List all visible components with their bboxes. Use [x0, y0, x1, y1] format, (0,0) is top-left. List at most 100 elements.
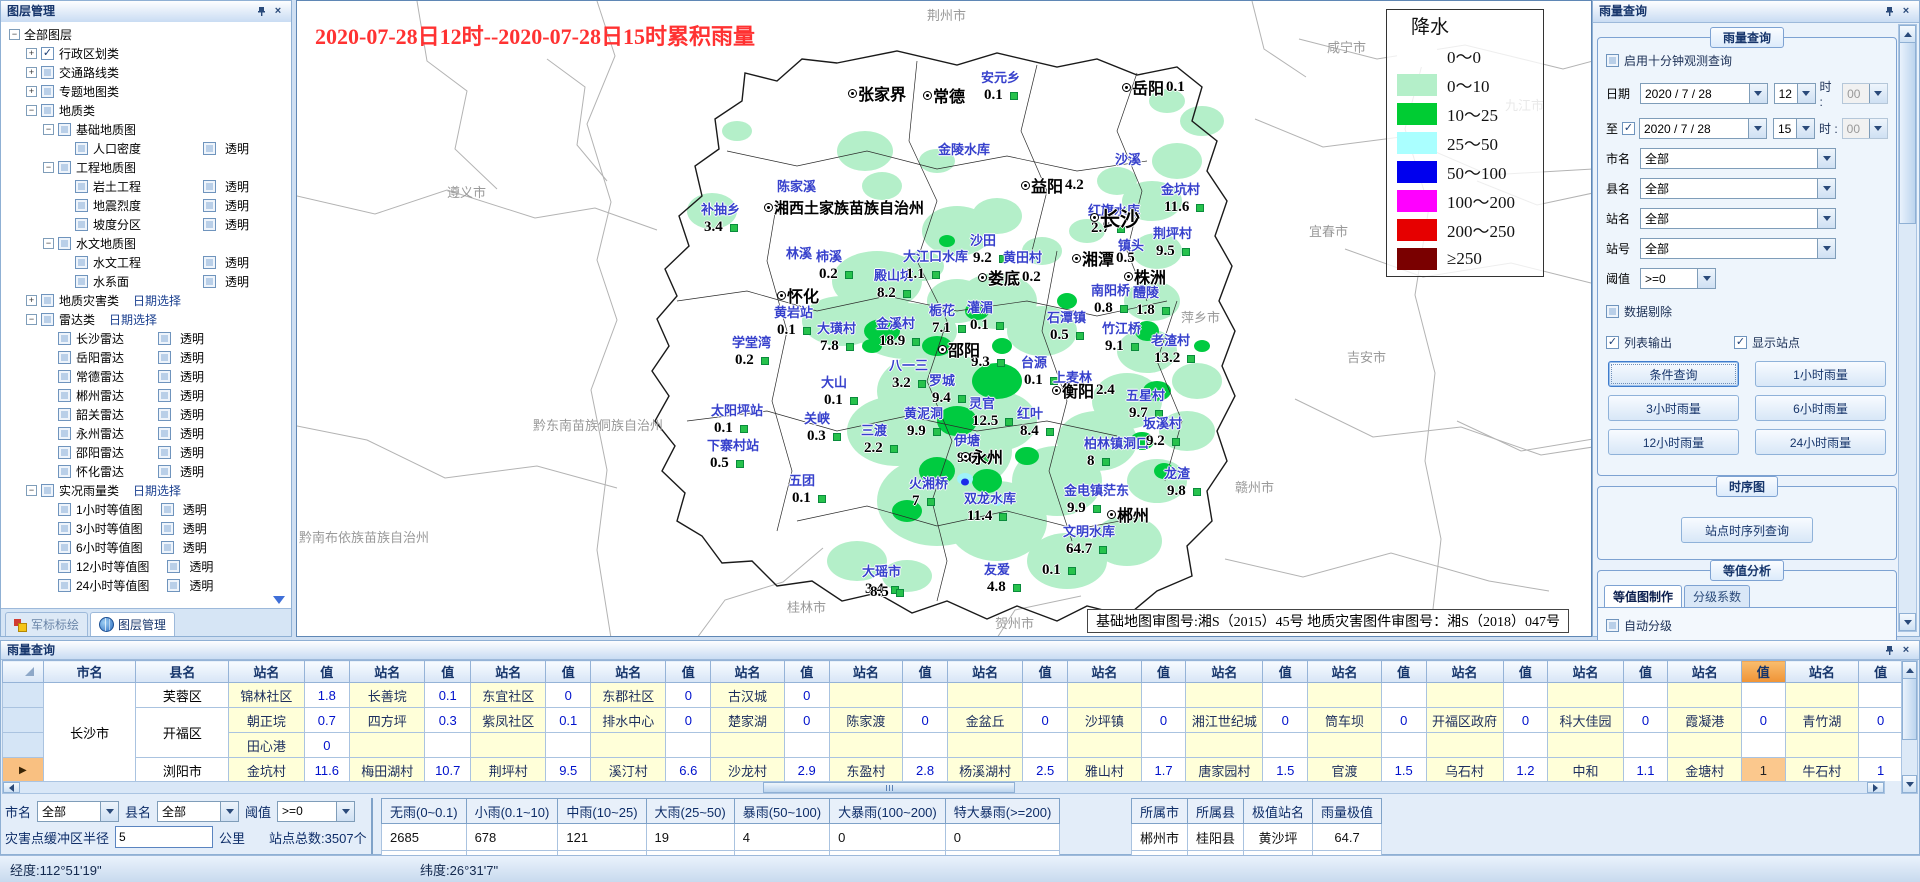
cell-station-value[interactable]: [1023, 733, 1068, 758]
row-selector[interactable]: [3, 683, 44, 708]
row-selector[interactable]: ▶: [3, 758, 44, 782]
layer-tree-item[interactable]: −工程地质图: [1, 158, 291, 177]
layer-checkbox[interactable]: [58, 560, 71, 573]
cell-city[interactable]: 长沙市: [43, 683, 136, 782]
collapse-icon[interactable]: −: [26, 314, 37, 325]
expand-icon[interactable]: +: [26, 86, 37, 97]
table-row[interactable]: 田心港0: [3, 733, 1903, 758]
cell-county[interactable]: 芙蓉区: [136, 683, 229, 708]
cell-station-name[interactable]: [1426, 683, 1503, 708]
table-scroll-down[interactable]: [1902, 775, 1917, 793]
layer-checkbox[interactable]: [41, 66, 54, 79]
cell-station-name[interactable]: 四方坪: [350, 708, 425, 733]
cell-station-name[interactable]: [1308, 733, 1382, 758]
cell-station-name[interactable]: 东盈村: [829, 758, 903, 782]
tab-military-plot[interactable]: 军标标绘: [5, 612, 88, 636]
column-header-station[interactable]: 站名: [1068, 661, 1142, 683]
layer-checkbox[interactable]: [58, 237, 71, 250]
column-header-value[interactable]: 值: [1503, 661, 1548, 683]
transparent-checkbox[interactable]: [203, 218, 216, 231]
layer-checkbox[interactable]: [41, 294, 54, 307]
cell-station-name[interactable]: 梅田湖村: [350, 758, 425, 782]
column-header-station[interactable]: 站名: [229, 661, 304, 683]
transparent-checkbox[interactable]: [158, 408, 171, 421]
table-hscroll-thumb[interactable]: [763, 782, 1015, 793]
cell-station-value[interactable]: [1023, 683, 1068, 708]
layer-tree-item[interactable]: +行政区划类: [1, 44, 291, 63]
hour-to-combo[interactable]: 15: [1773, 118, 1815, 139]
cell-station-value[interactable]: 0: [1742, 708, 1786, 733]
cell-station-name[interactable]: [947, 683, 1022, 708]
collapse-icon[interactable]: −: [43, 124, 54, 135]
column-header-station[interactable]: 站名: [829, 661, 903, 683]
layer-checkbox[interactable]: [58, 541, 71, 554]
cell-station-value[interactable]: 0: [666, 708, 711, 733]
layer-tree-item[interactable]: 长沙雷达透明: [1, 329, 291, 348]
layer-tree-item[interactable]: 水系面透明: [1, 272, 291, 291]
transparent-checkbox[interactable]: [161, 503, 174, 516]
layer-checkbox[interactable]: [58, 465, 71, 478]
cell-station-value[interactable]: 0: [1503, 708, 1548, 733]
layer-checkbox[interactable]: [58, 332, 71, 345]
collapse-icon[interactable]: −: [9, 29, 20, 40]
cell-station-name[interactable]: 东宜社区: [471, 683, 546, 708]
cell-station-name[interactable]: [1548, 733, 1623, 758]
layer-checkbox[interactable]: [41, 47, 54, 60]
layer-tree-item[interactable]: +专题地图类: [1, 82, 291, 101]
table-row[interactable]: 长沙市芙蓉区锦林社区1.8长善垸0.1东宜社区0东郡社区0古汉城0: [3, 683, 1903, 708]
scroll-up-arrow[interactable]: [1899, 25, 1916, 43]
layer-checkbox[interactable]: [58, 351, 71, 364]
cell-station-name[interactable]: 沙龙村: [711, 758, 785, 782]
scroll-down-arrow[interactable]: [1899, 613, 1916, 631]
layer-tree-item[interactable]: 12小时等值图透明: [1, 557, 291, 576]
transparent-checkbox[interactable]: [203, 256, 216, 269]
column-header-value[interactable]: 值: [903, 661, 948, 683]
cell-station-name[interactable]: [1785, 733, 1859, 758]
cell-station-value[interactable]: [1503, 683, 1548, 708]
filter-threshold-combo[interactable]: >=0: [277, 801, 355, 822]
transparent-checkbox[interactable]: [167, 579, 180, 592]
cell-station-value[interactable]: 6.6: [666, 758, 711, 782]
station-id-combo[interactable]: 全部: [1640, 238, 1836, 259]
tree-scroll-down-arrow[interactable]: [273, 596, 285, 604]
layer-tree-item[interactable]: −实况雨量类日期选择: [1, 481, 291, 500]
station-timeseries-button[interactable]: 站点时序列查询: [1681, 517, 1813, 543]
transparent-checkbox[interactable]: [158, 370, 171, 383]
cell-station-name[interactable]: 古汉城: [711, 683, 785, 708]
iso-tab-0[interactable]: 等值图制作: [1604, 585, 1682, 607]
cell-station-value[interactable]: [1381, 733, 1426, 758]
expand-icon[interactable]: +: [26, 48, 37, 59]
column-header-value[interactable]: 值: [784, 661, 829, 683]
column-header-value[interactable]: 值: [1381, 661, 1426, 683]
date-from-combo[interactable]: 2020 / 7 / 28: [1640, 83, 1768, 104]
query-button-4[interactable]: 12小时雨量: [1608, 429, 1739, 455]
cell-station-name[interactable]: [1785, 683, 1859, 708]
minute-from-combo[interactable]: 00: [1842, 83, 1888, 104]
column-header-station[interactable]: 站名: [471, 661, 546, 683]
cell-station-name[interactable]: 田心港: [229, 733, 304, 758]
transparent-checkbox[interactable]: [158, 465, 171, 478]
layer-checkbox[interactable]: [75, 275, 88, 288]
column-header-county[interactable]: 县名: [136, 661, 229, 683]
transparent-checkbox[interactable]: [203, 180, 216, 193]
table-vscrollbar[interactable]: [1901, 660, 1918, 794]
cell-station-value[interactable]: 0.7: [304, 708, 350, 733]
column-header-city[interactable]: 市名: [43, 661, 136, 683]
cell-station-name[interactable]: 沙坪镇: [1068, 708, 1142, 733]
layer-tree-item[interactable]: 地震烈度透明: [1, 196, 291, 215]
layer-checkbox[interactable]: [58, 161, 71, 174]
transparent-checkbox[interactable]: [158, 427, 171, 440]
table-row[interactable]: 开福区朝正垸0.7四方坪0.3紫凤社区0.1排水中心0楚家湖0陈家渡0金盆丘0沙…: [3, 708, 1903, 733]
transparent-checkbox[interactable]: [161, 522, 174, 535]
cell-station-value[interactable]: [1859, 683, 1903, 708]
cell-station-value[interactable]: 2.8: [903, 758, 948, 782]
cell-station-value[interactable]: [1742, 733, 1786, 758]
cell-station-name[interactable]: 长善垸: [350, 683, 425, 708]
cell-station-value[interactable]: 1: [1742, 758, 1786, 782]
layer-tree-item[interactable]: −全部图层: [1, 25, 291, 44]
layer-tree-item[interactable]: −基础地质图: [1, 120, 291, 139]
column-header-value[interactable]: 值: [666, 661, 711, 683]
column-header-station[interactable]: 站名: [1186, 661, 1263, 683]
layer-tree-item[interactable]: 24小时等值图透明: [1, 576, 291, 595]
layer-tree-item[interactable]: −地质类: [1, 101, 291, 120]
